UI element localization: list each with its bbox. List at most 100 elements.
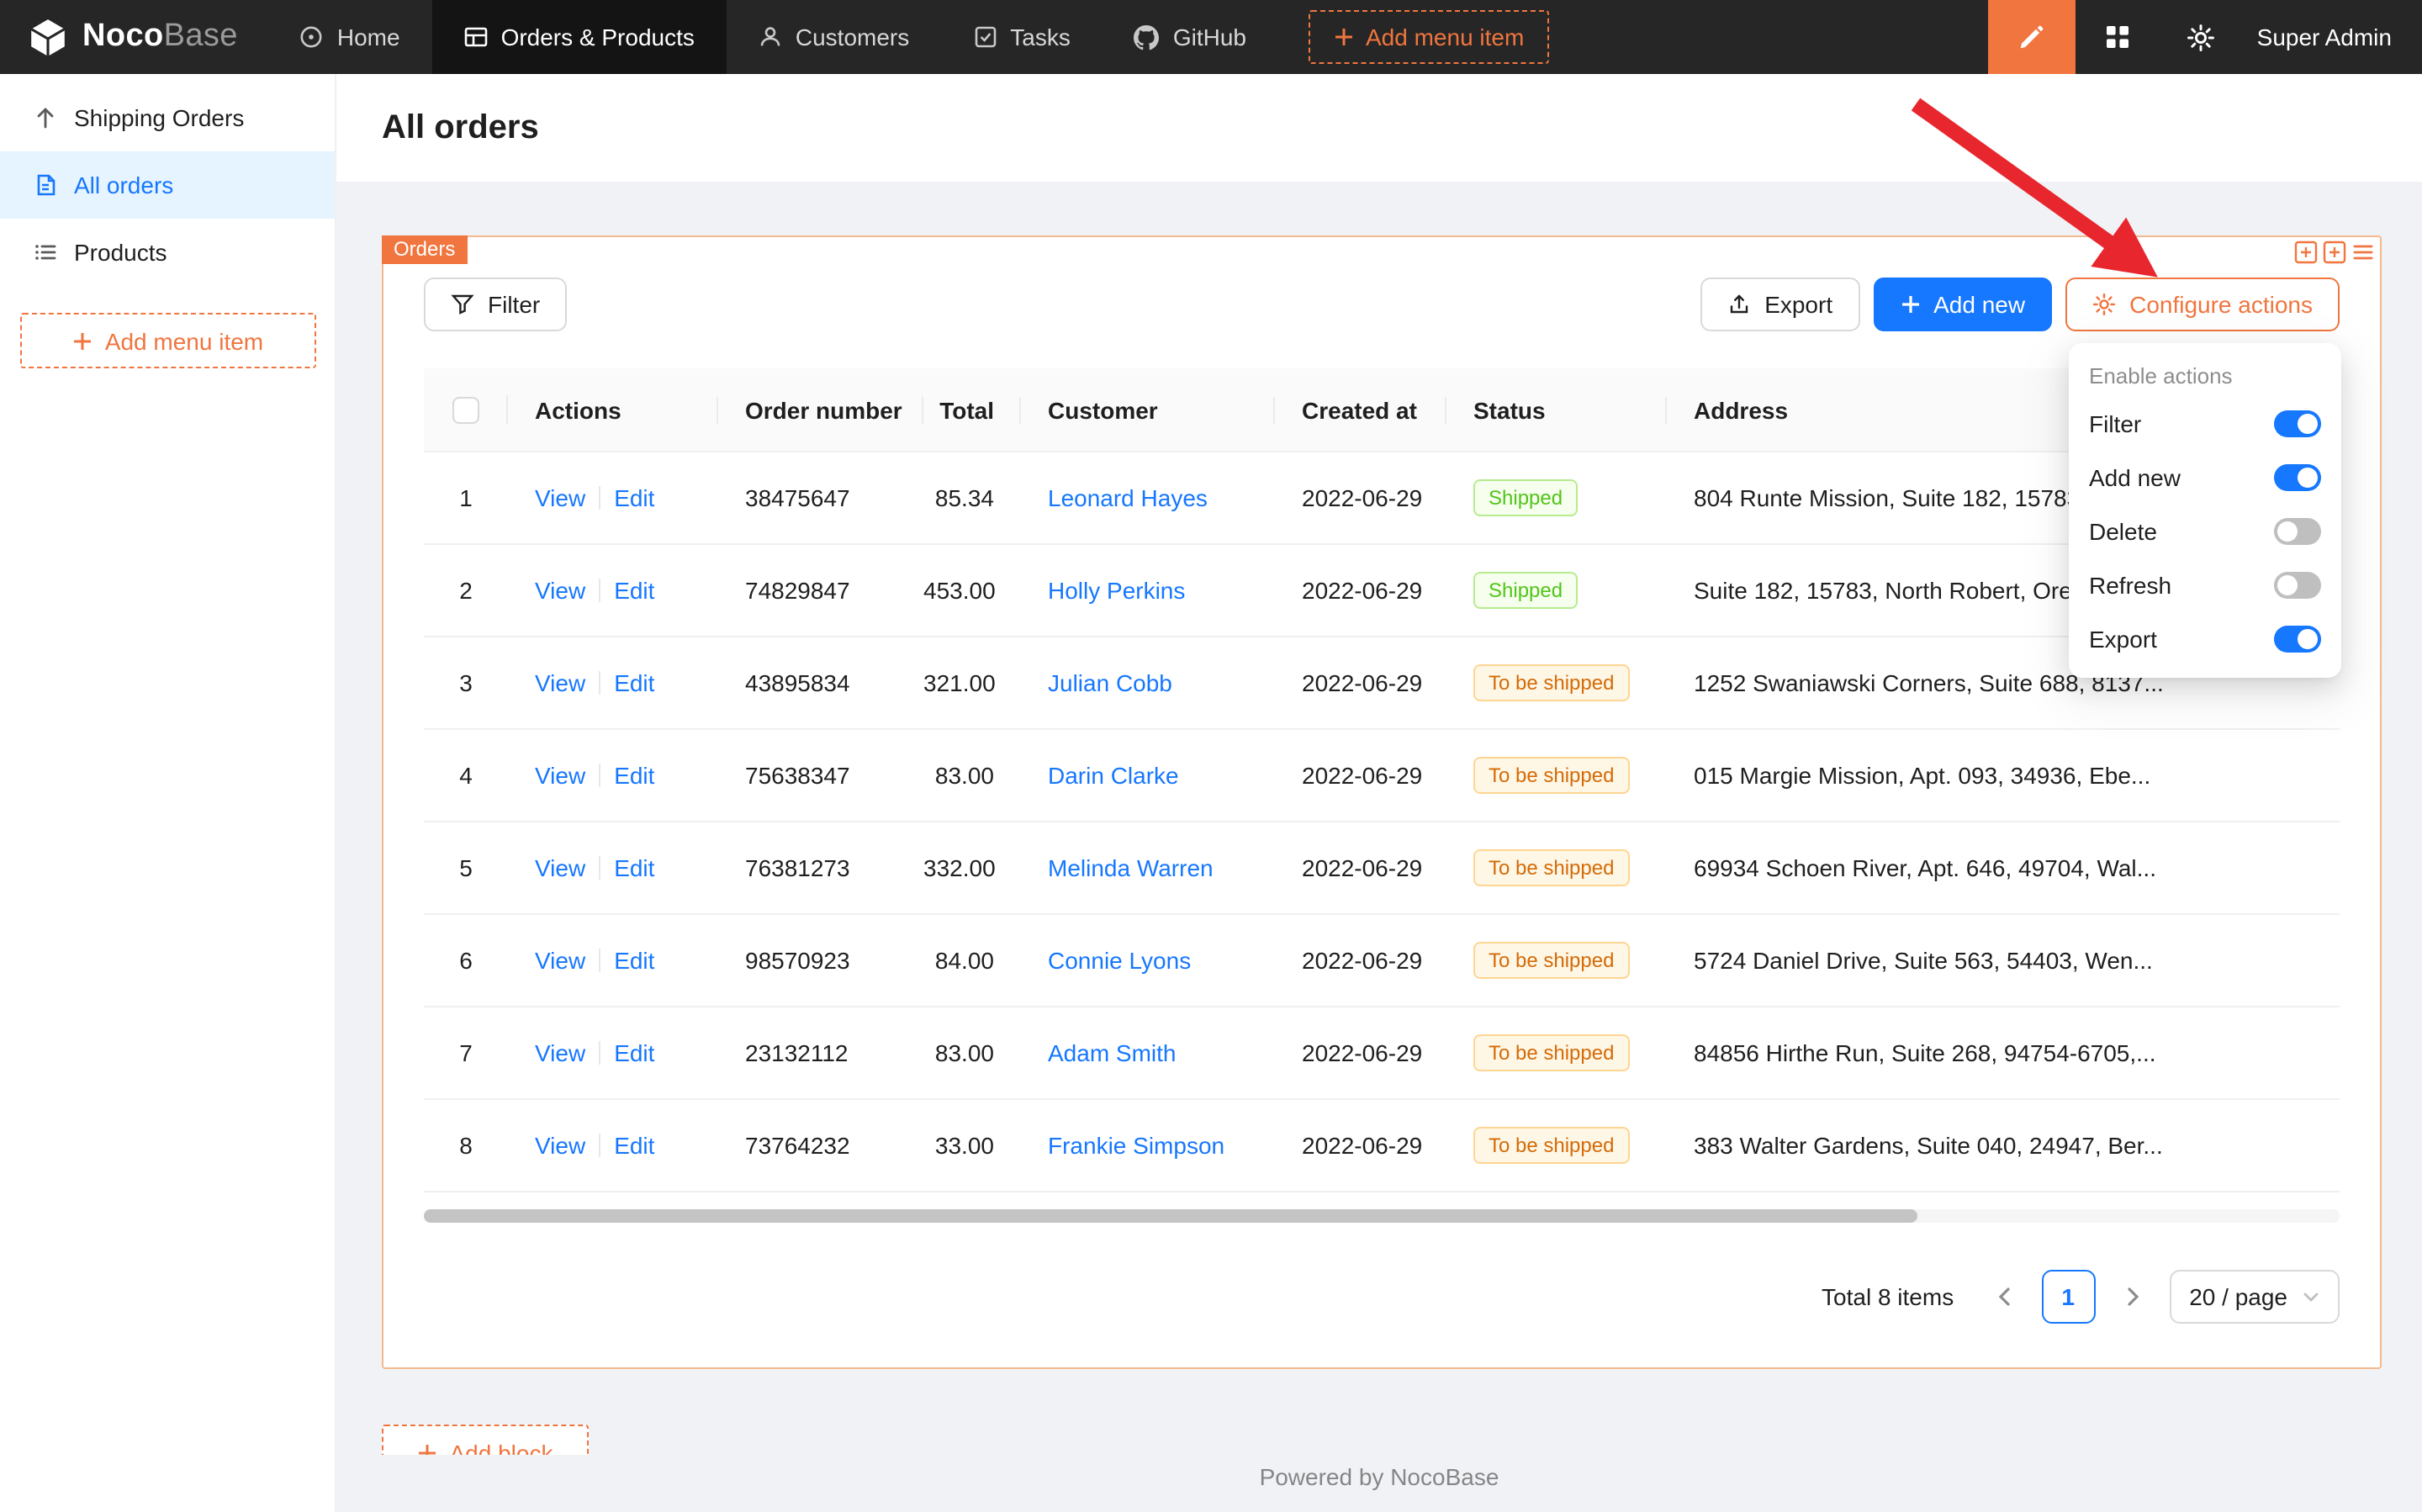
edit-link[interactable]: Edit	[614, 577, 654, 604]
nav-item-tasks[interactable]: Tasks	[941, 0, 1103, 74]
nav-add-menu-item-button[interactable]: Add menu item	[1309, 10, 1549, 64]
next-page-button[interactable]	[2108, 1273, 2155, 1320]
export-button[interactable]: Export	[1700, 278, 1859, 331]
configure-actions-button[interactable]: Configure actions	[2065, 278, 2340, 331]
horizontal-scrollbar[interactable]	[424, 1209, 2340, 1223]
status-badge: To be shipped	[1473, 1034, 1629, 1071]
add-new-button[interactable]: Add new	[1873, 278, 2052, 331]
export-toggle[interactable]	[2274, 626, 2321, 653]
column-header-customer[interactable]: Customer	[1021, 396, 1275, 423]
nav-item-github[interactable]: GitHub	[1103, 0, 1278, 74]
column-header-order-number[interactable]: Order number	[718, 396, 923, 423]
drag-handle-icon[interactable]	[2351, 241, 2375, 264]
view-link[interactable]: View	[535, 1039, 585, 1066]
add-block-after-icon[interactable]	[2323, 241, 2346, 264]
ui-editor-button[interactable]	[1988, 0, 2076, 74]
view-link[interactable]: View	[535, 669, 585, 696]
add-new-toggle[interactable]	[2274, 464, 2321, 491]
sidebar-item-all-orders[interactable]: All orders	[0, 151, 335, 219]
sidebar-item-label: Shipping Orders	[74, 104, 244, 131]
customer-link[interactable]: Darin Clarke	[1048, 762, 1179, 789]
nocobase-logo[interactable]: NocoBase	[0, 0, 268, 74]
logo-text: NocoBase	[82, 19, 238, 56]
page-number-1[interactable]: 1	[2041, 1270, 2095, 1324]
dropdown-item-export[interactable]: Export	[2069, 612, 2341, 666]
table-row: 5 ViewEdit 76381273 332.00 Melinda Warre…	[424, 822, 2340, 915]
status-badge: Shipped	[1473, 479, 1578, 516]
divider	[599, 764, 600, 787]
customer-link[interactable]: Melinda Warren	[1048, 854, 1214, 881]
row-index: 2	[424, 577, 508, 604]
sidebar-item-products[interactable]: Products	[0, 219, 335, 286]
dropdown-item-label: Filter	[2089, 410, 2141, 437]
refresh-toggle[interactable]	[2274, 572, 2321, 599]
edit-link[interactable]: Edit	[614, 1039, 654, 1066]
funnel-icon	[451, 293, 474, 316]
edit-link[interactable]: Edit	[614, 854, 654, 881]
delete-toggle[interactable]	[2274, 518, 2321, 545]
sidebar-item-shipping-orders[interactable]: Shipping Orders	[0, 84, 335, 151]
column-header-created-at[interactable]: Created at	[1275, 396, 1446, 423]
status-badge: To be shipped	[1473, 664, 1629, 701]
scrollbar-thumb[interactable]	[424, 1209, 1918, 1223]
view-link[interactable]: View	[535, 1132, 585, 1159]
edit-link[interactable]: Edit	[614, 669, 654, 696]
total-cell: 321.00	[923, 669, 1021, 696]
prev-page-button[interactable]	[1980, 1273, 2028, 1320]
export-icon	[1727, 293, 1751, 316]
user-menu[interactable]: Super Admin	[2244, 0, 2422, 74]
nav-add-menu-item-label: Add menu item	[1366, 24, 1524, 50]
nav-item-home[interactable]: Home	[268, 0, 432, 74]
view-link[interactable]: View	[535, 854, 585, 881]
order-number-cell: 75638347	[718, 762, 923, 789]
nav-item-customers[interactable]: Customers	[727, 0, 941, 74]
order-number-cell: 23132112	[718, 1039, 923, 1066]
customer-link[interactable]: Adam Smith	[1048, 1039, 1177, 1066]
sidebar: Shipping Orders All orders Products Add …	[0, 74, 336, 1512]
view-link[interactable]: View	[535, 762, 585, 789]
filter-button[interactable]: Filter	[424, 278, 567, 331]
customer-link[interactable]: Holly Perkins	[1048, 577, 1185, 604]
created-at-cell: 2022-06-29	[1275, 577, 1446, 604]
page-size-select[interactable]: 20 / page	[2169, 1270, 2340, 1324]
view-link[interactable]: View	[535, 947, 585, 974]
nav-item-label: Tasks	[1010, 24, 1071, 50]
filter-toggle[interactable]	[2274, 410, 2321, 437]
add-block-before-icon[interactable]	[2294, 241, 2318, 264]
dropdown-item-add-new[interactable]: Add new	[2069, 451, 2341, 505]
edit-link[interactable]: Edit	[614, 1132, 654, 1159]
row-index: 7	[424, 1039, 508, 1066]
divider	[599, 1134, 600, 1157]
dropdown-item-refresh[interactable]: Refresh	[2069, 558, 2341, 612]
column-header-actions[interactable]: Actions	[508, 396, 718, 423]
nav-item-label: Home	[337, 24, 400, 50]
customer-link[interactable]: Julian Cobb	[1048, 669, 1172, 696]
settings-button[interactable]	[2160, 0, 2244, 74]
divider	[599, 1041, 600, 1065]
customer-link[interactable]: Leonard Hayes	[1048, 484, 1208, 511]
sidebar-item-label: All orders	[74, 172, 173, 198]
dropdown-item-filter[interactable]: Filter	[2069, 397, 2341, 451]
add-block-button[interactable]: Add block	[382, 1425, 589, 1455]
address-cell: 5724 Daniel Drive, Suite 563, 54403, Wen…	[1667, 947, 2340, 974]
edit-link[interactable]: Edit	[614, 762, 654, 789]
plugin-manager-button[interactable]	[2076, 0, 2160, 74]
table-row: 3 ViewEdit 43895834 321.00 Julian Cobb 2…	[424, 637, 2340, 730]
select-all-checkbox[interactable]	[452, 397, 479, 424]
nav-item-orders-products[interactable]: Orders & Products	[432, 0, 727, 74]
chevron-down-icon	[2303, 1288, 2319, 1305]
view-link[interactable]: View	[535, 577, 585, 604]
edit-link[interactable]: Edit	[614, 947, 654, 974]
nav-item-label: GitHub	[1173, 24, 1246, 50]
status-badge: To be shipped	[1473, 942, 1629, 979]
block-collection-tag: Orders	[382, 235, 467, 264]
sidebar-add-menu-item-button[interactable]: Add menu item	[20, 313, 316, 368]
customer-link[interactable]: Frankie Simpson	[1048, 1132, 1224, 1159]
column-header-total[interactable]: Total	[923, 396, 1021, 423]
edit-link[interactable]: Edit	[614, 484, 654, 511]
view-link[interactable]: View	[535, 484, 585, 511]
table-row: 2 ViewEdit 74829847 453.00 Holly Perkins…	[424, 545, 2340, 637]
dropdown-item-delete[interactable]: Delete	[2069, 505, 2341, 558]
column-header-status[interactable]: Status	[1446, 396, 1667, 423]
customer-link[interactable]: Connie Lyons	[1048, 947, 1191, 974]
